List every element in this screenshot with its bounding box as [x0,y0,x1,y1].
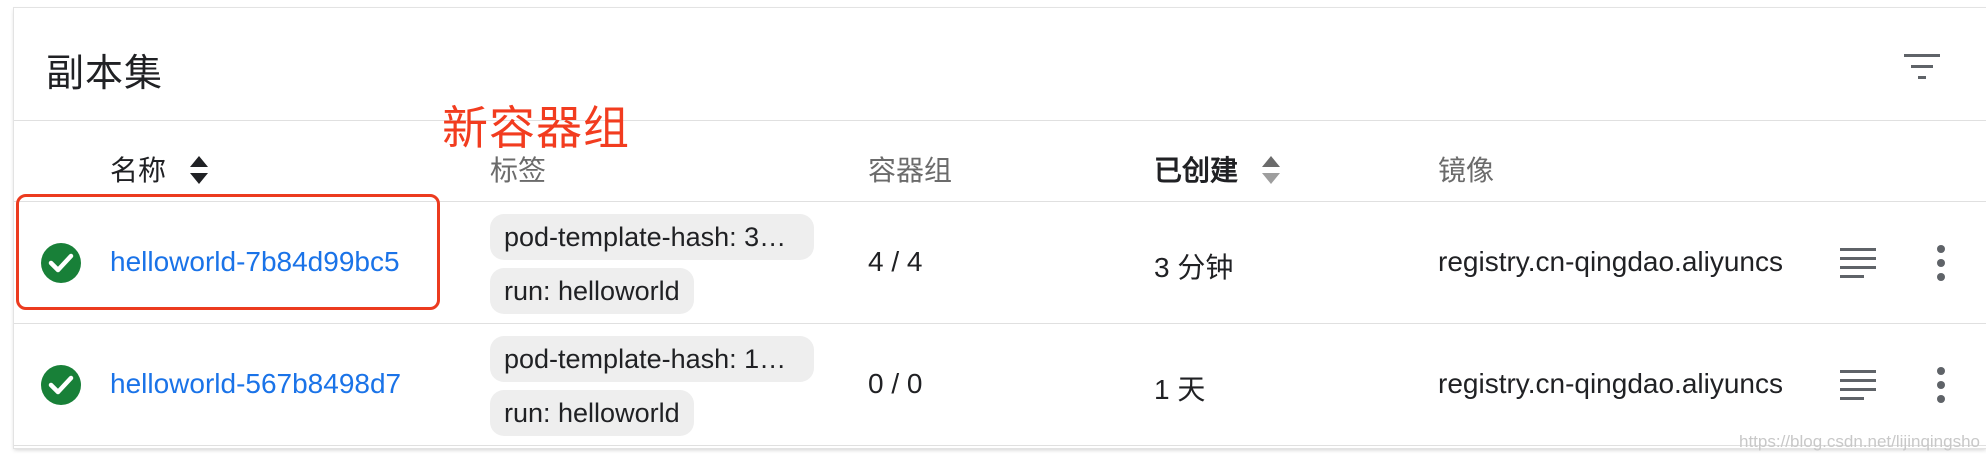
label-chip: run: helloworld [490,390,694,436]
logs-icon[interactable] [1838,368,1878,402]
created-age: 1 天 [1154,374,1206,405]
created-age: 3 分钟 [1154,252,1234,283]
card-header: 副本集 [14,8,1986,121]
label-chip: pod-template-hash: 1236… [490,336,814,382]
logs-icon[interactable] [1838,246,1878,280]
column-header-created-label: 已创建 [1154,155,1239,186]
sort-icon[interactable] [1260,154,1282,186]
annotation-label: 新容器组 [442,102,630,154]
replica-set-name-link[interactable]: helloworld-567b8498d7 [110,368,401,400]
column-header-name[interactable]: 名称 [110,149,210,189]
card-title: 副本集 [46,53,164,95]
image-name: registry.cn-qingdao.aliyuncs [1438,368,1783,399]
column-header-created[interactable]: 已创建 [1154,149,1282,189]
label-chip: pod-template-hash: 3640… [490,214,814,260]
column-header-images: 镜像 [1438,155,1495,186]
table-row: helloworld-567b8498d7 pod-template-hash:… [14,324,1986,446]
filter-icon[interactable] [1902,50,1942,82]
annotation-highlight-box [16,194,440,310]
more-vert-icon[interactable] [1934,243,1948,283]
table-header: 名称 标签 容器组 已创建 镜像 [14,121,1986,202]
sort-icon[interactable] [188,154,210,186]
label-chip: run: helloworld [490,268,694,314]
more-vert-icon[interactable] [1934,365,1948,405]
image-name: registry.cn-qingdao.aliyuncs [1438,246,1783,277]
watermark: https://blog.csdn.net/lijinqingsho [1739,432,1980,451]
column-header-name-label: 名称 [110,155,167,186]
pods-count: 0 / 0 [868,368,923,399]
pods-count: 4 / 4 [868,246,923,277]
column-header-pods: 容器组 [868,155,953,186]
check-circle-icon [41,365,81,405]
